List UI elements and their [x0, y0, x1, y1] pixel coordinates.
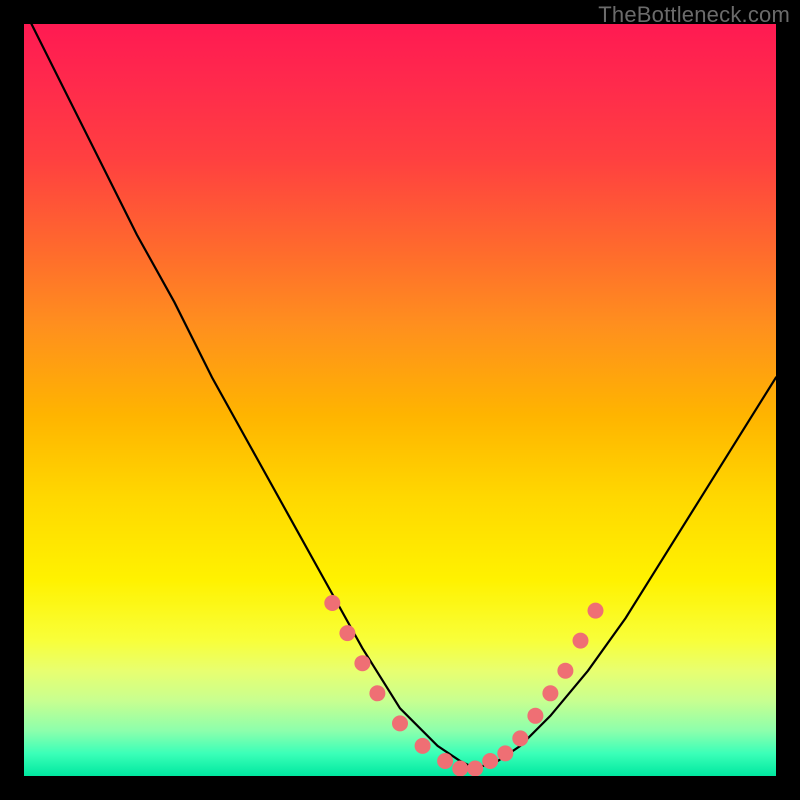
highlight-dot: [588, 603, 604, 619]
chart-svg: [24, 24, 776, 776]
bottleneck-curve: [24, 24, 776, 769]
chart-frame: TheBottleneck.com: [0, 0, 800, 800]
plot-area: [24, 24, 776, 776]
highlight-dot: [573, 633, 589, 649]
highlight-dot: [452, 761, 468, 777]
highlight-dot: [542, 685, 558, 701]
highlight-dot: [527, 708, 543, 724]
dots-layer: [324, 595, 603, 776]
highlight-dot: [557, 663, 573, 679]
highlight-dot: [339, 625, 355, 641]
curve-layer: [24, 24, 776, 769]
highlight-dot: [437, 753, 453, 769]
highlight-dot: [497, 745, 513, 761]
highlight-dot: [369, 685, 385, 701]
highlight-dot: [482, 753, 498, 769]
highlight-dot: [512, 730, 528, 746]
highlight-dot: [415, 738, 431, 754]
watermark-text: TheBottleneck.com: [598, 2, 790, 28]
highlight-dot: [354, 655, 370, 671]
highlight-dot: [324, 595, 340, 611]
highlight-dot: [392, 715, 408, 731]
highlight-dot: [467, 761, 483, 777]
